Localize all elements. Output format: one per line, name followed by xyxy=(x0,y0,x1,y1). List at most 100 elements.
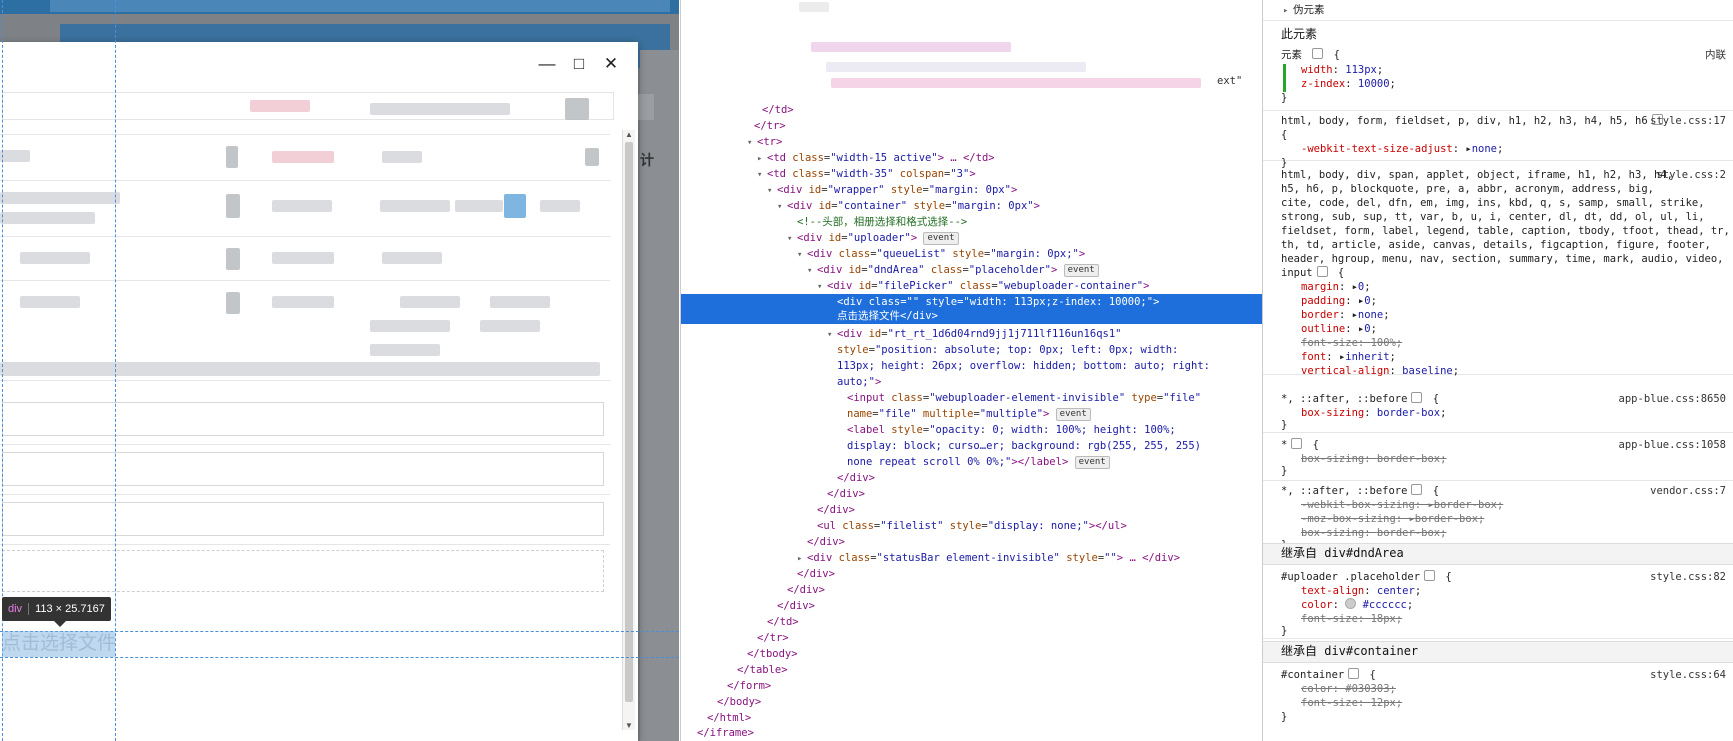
text-field[interactable] xyxy=(2,452,604,486)
tree-node[interactable]: </div> xyxy=(777,598,815,614)
css-property[interactable]: -webkit-text-size-adjust: ▸none; xyxy=(1301,142,1503,156)
tree-node[interactable]: </tr> xyxy=(754,118,786,134)
event-badge[interactable]: event xyxy=(1063,264,1099,277)
event-badge[interactable]: event xyxy=(923,232,959,245)
rule-source[interactable]: app-blue.css:8650 xyxy=(1619,392,1726,406)
rule-source[interactable]: app-blue.css:1058 xyxy=(1619,438,1726,452)
color-swatch[interactable] xyxy=(1345,598,1357,609)
tree-node[interactable]: ▾ <td class="width-35" colspan="3"> xyxy=(757,166,976,183)
rule-source[interactable]: style.css:64 xyxy=(1650,668,1726,682)
tree-node[interactable]: ▾ <div id="container" style="margin: 0px"… xyxy=(777,198,1040,215)
rule-gear-icon[interactable] xyxy=(1411,484,1423,495)
tree-node[interactable]: <label style="opacity: 0; width: 100%; h… xyxy=(847,422,1176,438)
selected-tree-node[interactable]: <div class="" style="width: 113px;z-inde… xyxy=(681,294,1262,324)
scrollbar-thumb[interactable] xyxy=(625,142,633,702)
redacted-text xyxy=(272,151,334,163)
tree-node[interactable]: </html> xyxy=(707,710,751,726)
css-property-overridden[interactable]: -moz-box-sizing: ▸border-box; xyxy=(1301,512,1484,526)
pseudo-elements-toggle[interactable]: ▸ 伪元素 xyxy=(1263,0,1733,21)
tree-node[interactable]: </div> xyxy=(837,470,875,486)
redacted-text xyxy=(226,146,238,168)
text-field[interactable] xyxy=(2,402,604,436)
redacted-text xyxy=(370,320,450,332)
css-property[interactable]: font: ▸inherit; xyxy=(1301,350,1396,364)
event-badge[interactable]: event xyxy=(1055,408,1091,421)
css-property-overridden[interactable]: font-size: 100%; xyxy=(1301,336,1402,350)
tree-node[interactable]: ▸ <td class="width-15 active"> … </td> xyxy=(757,150,995,167)
css-property[interactable]: outline: ▸0; xyxy=(1301,322,1377,336)
rule-gear-icon[interactable] xyxy=(1316,266,1328,277)
tree-node[interactable]: </td> xyxy=(762,102,794,118)
tree-node[interactable]: <ul class="filelist" style="display: non… xyxy=(817,518,1127,534)
rule-gear-icon[interactable] xyxy=(1348,668,1360,679)
tree-node[interactable]: </div> xyxy=(807,534,845,550)
text-field[interactable] xyxy=(2,502,604,536)
css-property-overridden[interactable]: box-sizing: border-box; xyxy=(1301,526,1446,540)
css-property-overridden[interactable]: -webkit-box-sizing: ▸border-box; xyxy=(1301,498,1503,512)
tree-node[interactable]: </div> xyxy=(817,502,855,518)
tree-node[interactable]: ▾ <div id="uploader"> event xyxy=(787,230,959,247)
tree-node[interactable]: </iframe> xyxy=(697,725,754,741)
tree-node[interactable]: ext" xyxy=(1217,73,1242,89)
tree-node[interactable]: </body> xyxy=(717,694,761,710)
css-property[interactable]: vertical-align: baseline; xyxy=(1301,364,1459,378)
rule-gear-icon[interactable] xyxy=(1424,570,1436,581)
css-property[interactable]: z-index: 10000; xyxy=(1301,77,1396,91)
css-property-overridden[interactable]: font-size: 18px; xyxy=(1301,612,1402,626)
css-property[interactable]: color: #cccccc; xyxy=(1301,598,1413,612)
css-property-overridden[interactable]: color: #030303; xyxy=(1301,682,1396,696)
tree-node[interactable]: ▾ <div id="wrapper" style="margin: 0px"> xyxy=(767,182,1017,199)
scroll-up-icon[interactable]: ▲ xyxy=(623,130,635,139)
css-property[interactable]: width: 113px; xyxy=(1301,63,1383,77)
tree-node[interactable]: ▸ <div class="statusBar element-invisible… xyxy=(797,550,1180,567)
css-property[interactable]: padding: ▸0; xyxy=(1301,294,1377,308)
style-rule[interactable]: html, body, form, fieldset, p, div, h1, … xyxy=(1263,110,1733,169)
rule-gear-icon[interactable] xyxy=(1291,438,1303,449)
tree-node[interactable]: ▾ <div class="queueList" style="margin: 0… xyxy=(797,246,1085,263)
style-rule[interactable]: #uploader .placeholder { style.css:82 te… xyxy=(1263,566,1733,639)
style-rule[interactable]: *, ::after, ::before { app-blue.css:8650… xyxy=(1263,388,1733,433)
tree-node[interactable]: ▾ <tr> xyxy=(747,134,782,151)
close-icon[interactable]: ✕ xyxy=(602,54,620,74)
style-rule-reset[interactable]: style.css:2 html, body, div, span, apple… xyxy=(1263,166,1733,378)
scroll-down-icon[interactable]: ▼ xyxy=(623,721,635,730)
rule-source[interactable]: 内联 xyxy=(1705,48,1726,62)
tree-node[interactable]: </table> xyxy=(737,662,788,678)
tree-node[interactable]: </tr> xyxy=(757,630,789,646)
style-rule[interactable]: * { app-blue.css:1058 box-sizing: border… xyxy=(1263,434,1733,481)
css-property[interactable]: margin: ▸0; xyxy=(1301,280,1371,294)
tree-node[interactable]: <input class="webuploader-element-invisi… xyxy=(847,390,1201,406)
style-rule[interactable]: #container { style.css:64 color: #030303… xyxy=(1263,664,1733,741)
css-property[interactable]: text-align: center; xyxy=(1301,584,1421,598)
minimize-icon[interactable]: — xyxy=(538,54,556,74)
rule-source[interactable]: vendor.css:7 xyxy=(1650,484,1726,498)
rule-gear-icon[interactable] xyxy=(1312,48,1324,59)
css-property[interactable]: box-sizing: border-box; xyxy=(1301,406,1446,420)
tree-node[interactable]: </form> xyxy=(727,678,771,694)
form-row xyxy=(0,236,610,281)
rule-source[interactable]: style.css:17 xyxy=(1650,114,1726,128)
page-side-button[interactable] xyxy=(636,94,654,120)
css-property[interactable]: border: ▸none; xyxy=(1301,308,1390,322)
rule-gear-icon[interactable] xyxy=(1411,392,1423,403)
tree-node[interactable]: </td> xyxy=(767,614,799,630)
css-property-overridden[interactable]: font-size: 12px; xyxy=(1301,696,1402,710)
upload-drop-area[interactable] xyxy=(2,550,604,592)
tree-node[interactable]: ▾ <div id="rt_rt_1d6d04rnd9jj1j711lf116un… xyxy=(827,326,1122,343)
tree-node[interactable]: </div> xyxy=(827,486,865,502)
tree-node[interactable]: ▾ <div id="dndArea" class="placeholder"> … xyxy=(807,262,1099,279)
dialog-scrollbar[interactable]: ▲ ▼ xyxy=(622,130,635,730)
form-row xyxy=(0,280,610,381)
style-rule-inline[interactable]: 元素 { 内联 width: 113px; z-index: 10000; } xyxy=(1263,44,1733,111)
tree-node[interactable]: </div> xyxy=(787,582,825,598)
redacted-text xyxy=(20,252,90,264)
rule-source[interactable]: style.css:82 xyxy=(1650,570,1726,584)
css-property-overridden[interactable]: box-sizing: border-box; xyxy=(1301,452,1446,466)
tree-node[interactable]: ▾ <div id="filePicker" class="webuploader… xyxy=(817,278,1149,295)
event-badge[interactable]: event xyxy=(1074,456,1110,469)
tree-comment[interactable]: <!--头部，相册选择和格式选择--> xyxy=(797,214,967,230)
tree-node[interactable]: </tbody> xyxy=(747,646,798,662)
maximize-icon[interactable]: □ xyxy=(570,54,588,74)
tree-node[interactable]: </div> xyxy=(797,566,835,582)
inspected-element-highlight[interactable]: 点击选择文件 xyxy=(2,631,115,657)
